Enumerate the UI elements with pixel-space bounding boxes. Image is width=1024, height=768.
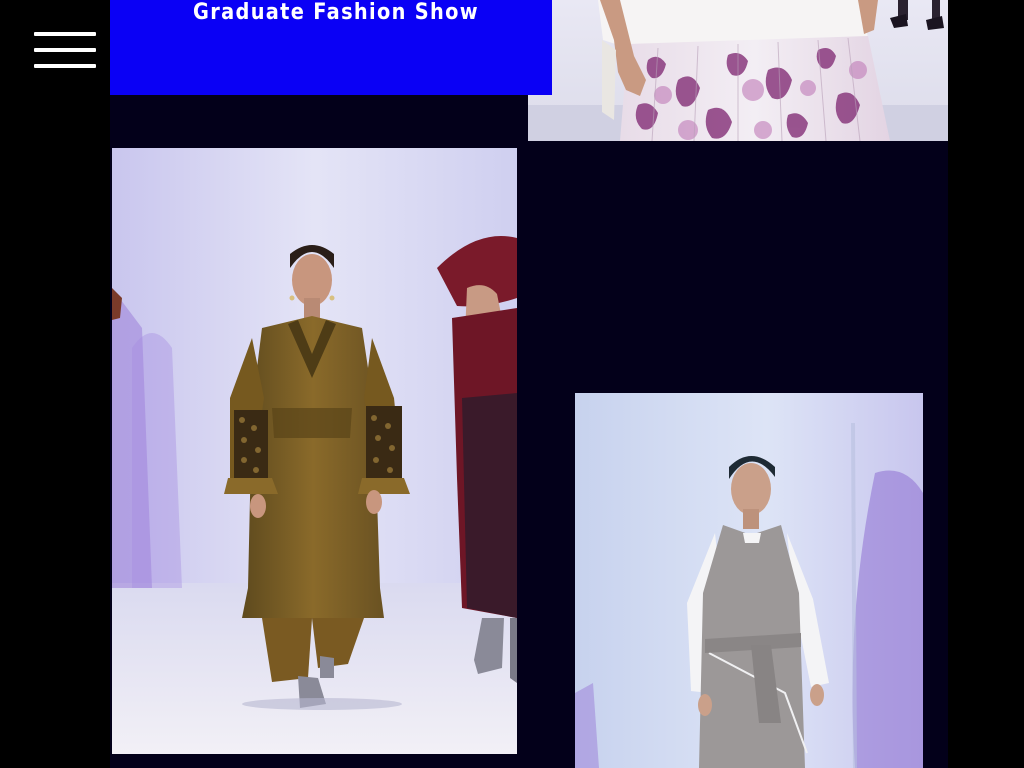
runway-photo-olive-coat-image bbox=[112, 148, 517, 754]
hamburger-menu-icon bbox=[34, 32, 96, 36]
runway-photo-floral-skirt[interactable] bbox=[528, 0, 948, 141]
runway-photo-olive-coat[interactable] bbox=[112, 148, 517, 754]
hamburger-menu-icon-bar bbox=[34, 48, 96, 52]
title-banner: Graduate Fashion Show bbox=[110, 0, 552, 95]
right-gutter bbox=[948, 0, 1024, 768]
hamburger-menu-button[interactable] bbox=[34, 30, 97, 72]
gallery-content: Graduate Fashion Show bbox=[110, 0, 948, 768]
runway-photo-grey-apron-dress[interactable] bbox=[575, 393, 923, 768]
hamburger-menu-icon-bar bbox=[34, 64, 96, 68]
sidebar bbox=[0, 0, 110, 768]
page: Graduate Fashion Show bbox=[0, 0, 1024, 768]
runway-photo-floral-skirt-image bbox=[528, 0, 948, 141]
runway-photo-grey-apron-dress-image bbox=[575, 393, 923, 768]
page-title: Graduate Fashion Show bbox=[193, 0, 479, 25]
